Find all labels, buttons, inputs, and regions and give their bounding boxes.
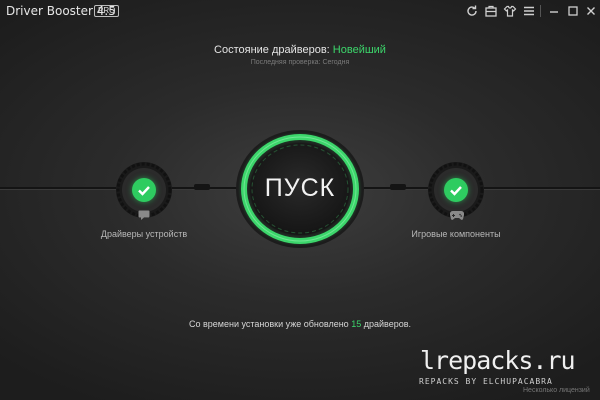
pro-badge: PRO (94, 5, 120, 17)
left-rail (0, 187, 116, 189)
right-rail (484, 187, 600, 189)
left-connector (194, 184, 210, 190)
game-components-label: Игровые компоненты (411, 229, 501, 239)
device-drivers-label: Драйверы устройств (100, 229, 188, 239)
refresh-icon[interactable] (465, 4, 479, 18)
start-button[interactable]: ПУСК (236, 130, 364, 248)
minimize-icon[interactable] (547, 4, 561, 18)
close-icon[interactable] (584, 4, 598, 18)
gamepad-icon (450, 210, 464, 220)
start-label: ПУСК (264, 174, 336, 202)
driver-status: Состояние драйверов: Новейший (0, 44, 600, 56)
menu-icon[interactable] (522, 4, 536, 18)
check-icon (444, 178, 468, 202)
watermark-sub: REPACKS BY ELCHUPACABRA (419, 377, 553, 386)
update-summary: Со времени установки уже обновлено 15 др… (0, 319, 600, 329)
update-summary-prefix: Со времени установки уже обновлено (188, 319, 352, 329)
updated-count: 15 (351, 319, 362, 329)
status-value: Новейший (332, 44, 386, 56)
last-check-text: Последняя проверка: Сегодня (250, 59, 350, 66)
license-link[interactable]: Несколько лицензий (523, 387, 590, 394)
chat-icon (138, 210, 150, 220)
title-bar: Driver Booster 4.5 PRO (0, 0, 600, 22)
titlebar-divider (540, 5, 541, 17)
shirt-icon[interactable] (503, 4, 517, 18)
right-connector (390, 184, 406, 190)
check-icon (132, 178, 156, 202)
maximize-icon[interactable] (566, 4, 580, 18)
toolbox-icon[interactable] (484, 4, 498, 18)
status-label: Состояние драйверов: (214, 44, 333, 56)
update-summary-suffix: драйверов. (361, 319, 411, 329)
watermark-main: lrepacks.ru (420, 346, 576, 375)
